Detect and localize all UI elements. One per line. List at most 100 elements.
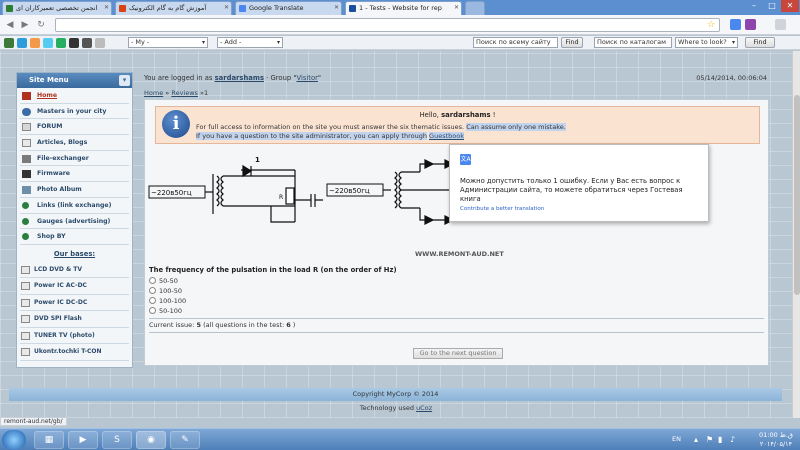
new-tab-button[interactable] [465, 1, 485, 15]
tab-electronics[interactable]: آموزش گام به گام الکترونیک ✕ [115, 1, 232, 15]
bullet-icon [22, 217, 29, 225]
bookmark-star-icon[interactable]: ☆ [707, 20, 715, 30]
menu-icon[interactable] [775, 19, 786, 30]
answer-option-2[interactable]: 100-50 [149, 287, 182, 295]
base-item-power-dcdc[interactable]: Power IC DC-DC [20, 295, 129, 312]
address-bar[interactable]: ☆ [55, 18, 720, 32]
page-scrollbar[interactable] [792, 51, 800, 418]
page-icon [21, 265, 30, 274]
radio-button[interactable] [149, 297, 156, 304]
minimize-icon[interactable]: – [745, 0, 763, 12]
page-icon [21, 315, 30, 324]
close-tab-icon[interactable]: ✕ [334, 2, 339, 14]
next-question-button[interactable]: Go to the next question [413, 348, 503, 359]
film-icon[interactable] [82, 38, 92, 48]
my-select[interactable]: - My - [128, 37, 208, 48]
base-item-ukontr[interactable]: Ukontr.tochki T-CON [20, 344, 129, 361]
site-favicon-icon [119, 5, 126, 12]
close-tab-icon[interactable]: ✕ [224, 2, 229, 14]
globe-icon [22, 107, 31, 116]
browser-tab-strip: انجمن تخصصی تعمیرکاران ای ✕ آموزش گام به … [0, 0, 800, 15]
current-issue: Current issue: 5 (all questions in the t… [149, 321, 296, 329]
breadcrumb-reviews[interactable]: Reviews [171, 89, 198, 97]
tab-google-translate[interactable]: Google Translate ✕ [235, 1, 342, 15]
add-select[interactable]: - Add - [217, 37, 283, 48]
settings-icon[interactable] [43, 38, 53, 48]
maximize-icon[interactable]: □ [763, 0, 781, 12]
breadcrumb: Home » Reviews »1 [144, 89, 209, 97]
radio-button[interactable] [149, 307, 156, 314]
taskbar: ▦ ▶ S ◉ ✎ EN ▴ ⚑ ▮ ♪ 01:00 ق.ظ ۲۰۱۴/۰۵/۱… [0, 428, 800, 450]
contribute-translation-link[interactable]: Contribute a better translation [460, 206, 544, 212]
network-icon[interactable]: ▮ [718, 435, 722, 444]
notice-text: For full access to information on the si… [196, 123, 566, 140]
where-to-look-select[interactable]: Where to look? [675, 37, 738, 48]
close-tab-icon[interactable]: ✕ [104, 2, 109, 14]
paint-icon[interactable]: ✎ [170, 431, 200, 449]
tab-tests[interactable]: 1 - Tests - Website for rep ✕ [345, 1, 462, 15]
page-icon [21, 331, 30, 340]
ucoz-link[interactable]: uCoz [416, 404, 432, 412]
find-button[interactable]: Find [561, 37, 583, 48]
find-catalog-button[interactable]: Find [745, 37, 775, 48]
sidebar-item-file-exchanger[interactable]: File-exchanger [20, 151, 129, 167]
catalog-search-input[interactable]: Поиск по каталогам [594, 37, 672, 48]
sidebar-item-articles[interactable]: Articles, Blogs [20, 135, 129, 151]
media-player-icon[interactable]: ▶ [68, 431, 98, 449]
tray-up-arrow-icon[interactable]: ▴ [694, 435, 698, 444]
close-window-icon[interactable]: ✕ [781, 0, 799, 12]
radio-button[interactable] [149, 287, 156, 294]
answer-option-1[interactable]: 50-50 [149, 277, 178, 285]
answer-option-4[interactable]: 50-100 [149, 307, 182, 315]
forward-icon[interactable]: ▶ [19, 19, 31, 31]
mail-icon[interactable] [17, 38, 27, 48]
tab-forum[interactable]: انجمن تخصصی تعمیرکاران ای ✕ [2, 1, 112, 15]
close-tab-icon[interactable]: ✕ [454, 2, 459, 14]
reload-icon[interactable]: ↻ [35, 19, 47, 31]
sidebar-item-forum[interactable]: FORUM [20, 119, 129, 136]
sidebar-item-firmware[interactable]: Firmware [20, 166, 129, 183]
volume-icon[interactable]: ♪ [730, 435, 735, 444]
base-item-power-acdc[interactable]: Power IC AC-DC [20, 278, 129, 295]
check-icon[interactable] [56, 38, 66, 48]
answer-option-3[interactable]: 100-100 [149, 297, 186, 305]
sidebar-item-gauges[interactable]: Gauges (advertising) [20, 214, 129, 230]
explorer-icon[interactable]: ▦ [34, 431, 64, 449]
skype-icon[interactable]: S [102, 431, 132, 449]
base-item-dvd-spi[interactable]: DVD SPI Flash [20, 311, 129, 328]
page-icon [21, 298, 30, 307]
navigation-bar: ◀ ▶ ↻ ☆ [0, 15, 800, 35]
radio-button[interactable] [149, 277, 156, 284]
sidebar-item-shop[interactable]: Shop BY [20, 229, 129, 245]
guestbook-link[interactable]: Guestbook [429, 132, 464, 140]
grid-icon[interactable] [69, 38, 79, 48]
scrollbar-thumb[interactable] [794, 95, 800, 295]
back-icon[interactable]: ◀ [4, 19, 16, 31]
clock[interactable]: 01:00 ق.ظ ۲۰۱۴/۰۵/۱۴ [754, 431, 798, 449]
breadcrumb-home[interactable]: Home [144, 89, 163, 97]
home-icon [22, 92, 31, 100]
flag-icon[interactable]: ⚑ [706, 435, 713, 444]
base-item-tuner[interactable]: TUNER TV (photo) [20, 328, 129, 345]
site-search-input[interactable]: Поиск по всему сайту [473, 37, 558, 48]
sidebar-item-home[interactable]: Home [20, 88, 129, 104]
translate-extension-icon[interactable] [730, 19, 741, 30]
username-link[interactable]: sardarshams [215, 74, 264, 82]
chevron-down-icon[interactable]: ▾ [119, 75, 130, 86]
folder-icon [22, 154, 31, 163]
language-indicator[interactable]: EN [672, 435, 681, 443]
start-button-icon[interactable] [2, 430, 26, 450]
sidebar-item-links[interactable]: Links (link exchange) [20, 198, 129, 214]
base-item-lcd[interactable]: LCD DVD & TV [20, 262, 129, 279]
group-link[interactable]: Visitor [296, 74, 317, 82]
window-icon[interactable] [95, 38, 105, 48]
current-datetime: 05/14/2014, 00:06:04 [696, 74, 767, 82]
extension-icon[interactable] [745, 19, 756, 30]
watermark-text: WWW.REMONT-AUD.NET [415, 250, 504, 258]
sidebar-item-photo-album[interactable]: Photo Album [20, 182, 129, 198]
user-icon[interactable] [4, 38, 14, 48]
chrome-icon[interactable]: ◉ [136, 431, 166, 449]
chat-icon[interactable] [30, 38, 40, 48]
sidebar-item-masters[interactable]: Masters in your city [20, 104, 129, 120]
forum-icon [22, 123, 31, 132]
